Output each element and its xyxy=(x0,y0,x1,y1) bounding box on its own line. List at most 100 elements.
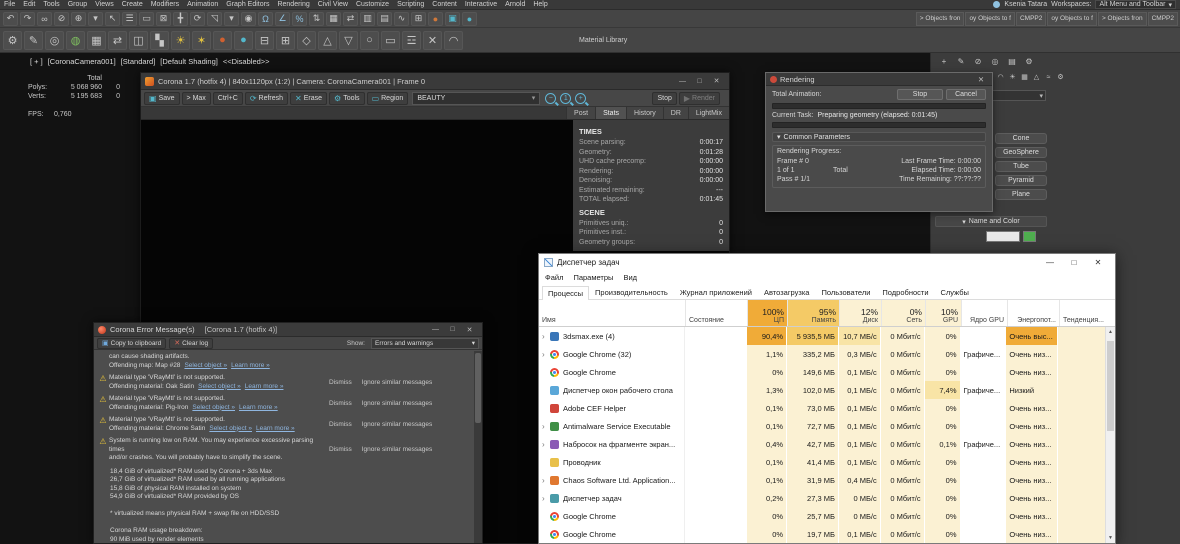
select-object-link[interactable]: Select object » xyxy=(209,425,252,432)
create-tab-icon[interactable]: + xyxy=(938,56,950,67)
menu-edit[interactable]: Edit xyxy=(19,0,39,10)
edit-poly-icon[interactable]: ✎ xyxy=(24,31,43,50)
helpers-category-icon[interactable]: △ xyxy=(1032,72,1041,82)
menu-group[interactable]: Group xyxy=(64,0,91,10)
pattern-icon[interactable]: ▚ xyxy=(150,31,169,50)
layer-manager-icon[interactable]: ▤ xyxy=(377,12,392,26)
viewport-label-part[interactable]: [ + ] xyxy=(30,57,43,66)
dismiss-button[interactable]: Dismiss xyxy=(329,379,352,386)
circle-icon[interactable]: ○ xyxy=(360,31,379,50)
swap-icon[interactable]: ⇄ xyxy=(108,31,127,50)
user-name[interactable]: Ksenia Tatara xyxy=(1004,1,1047,8)
rendered-frame-icon[interactable]: ▣ xyxy=(445,12,460,26)
primitive-category-dropdown[interactable]: ▾ xyxy=(986,90,1046,101)
align-icon[interactable]: ▥ xyxy=(360,12,375,26)
curve-editor-icon[interactable]: ∿ xyxy=(394,12,409,26)
selection-filter-dropdown-icon[interactable]: ▾ xyxy=(88,12,103,26)
column-header-cpu[interactable]: 100%ЦП xyxy=(747,300,787,326)
create-geosphere-button[interactable]: GeoSphere xyxy=(995,147,1047,158)
scroll-up-icon[interactable]: ▲ xyxy=(1106,327,1115,337)
error-window-title-bar[interactable]: Corona Error Message(s) [Corona 1.7 (hot… xyxy=(94,323,482,337)
custom-toolbar-button[interactable]: oy Objects to f xyxy=(965,12,1015,26)
maximize-icon[interactable]: □ xyxy=(1062,255,1086,270)
arc-icon[interactable]: ◠ xyxy=(444,31,463,50)
process-row[interactable]: Adobe CEF Helper0,1%73,0 МБ0,1 МБ/с0 Мби… xyxy=(539,399,1105,417)
move-icon[interactable]: ╋ xyxy=(173,12,188,26)
triangle-down-icon[interactable]: ▽ xyxy=(339,31,358,50)
zoom-in-icon[interactable]: + xyxy=(575,93,586,104)
create-plane-button[interactable]: Plane xyxy=(995,189,1047,200)
task-manager-title-bar[interactable]: Диспетчер задач — □ ✕ xyxy=(539,254,1115,271)
tab-processes[interactable]: Процессы xyxy=(542,286,589,300)
filter-dropdown[interactable]: Errors and warnings ▾ xyxy=(371,338,479,349)
snap-toggle-icon[interactable]: Ω xyxy=(258,12,273,26)
vfb-tab-history[interactable]: History xyxy=(626,107,663,119)
scale-icon[interactable]: ◹ xyxy=(207,12,222,26)
menu-create[interactable]: Create xyxy=(118,0,147,10)
minimize-icon[interactable]: — xyxy=(1038,255,1062,270)
column-header-gpu[interactable]: 10%GPU xyxy=(925,300,961,326)
maximize-icon[interactable]: □ xyxy=(444,323,461,336)
custom-toolbar-button[interactable]: CMPP2 xyxy=(1148,12,1178,26)
mirror-icon[interactable]: ⇄ xyxy=(343,12,358,26)
zoom-out-icon[interactable]: − xyxy=(545,93,556,104)
channel-dropdown[interactable]: BEAUTY ▾ xyxy=(412,92,540,105)
select-object-icon[interactable]: ↖ xyxy=(105,12,120,26)
expand-icon[interactable]: ⊞ xyxy=(276,31,295,50)
material-editor-icon[interactable]: ◍ xyxy=(66,31,85,50)
custom-toolbar-button[interactable]: CMPP2 xyxy=(1016,12,1046,26)
settings-icon[interactable]: ⚙ xyxy=(3,31,22,50)
ignore-similar-button[interactable]: Ignore similar messages xyxy=(362,379,432,386)
learn-more-link[interactable]: Learn more » xyxy=(256,425,295,432)
learn-more-link[interactable]: Learn more » xyxy=(239,404,278,411)
percent-snap-icon[interactable]: % xyxy=(292,12,307,26)
spinner-snap-icon[interactable]: ⇅ xyxy=(309,12,324,26)
max-button[interactable]: > Max xyxy=(182,92,211,105)
tab-performance[interactable]: Производительность xyxy=(589,285,674,299)
named-selection-icon[interactable]: ▦ xyxy=(326,12,341,26)
refresh-button[interactable]: ⟳ Refresh xyxy=(245,92,288,105)
systems-category-icon[interactable]: ⚙ xyxy=(1056,72,1065,82)
vfb-tab-post[interactable]: Post xyxy=(566,107,595,119)
display-tab-icon[interactable]: ▤ xyxy=(1006,56,1018,67)
close-icon[interactable]: ✕ xyxy=(974,75,988,84)
dismiss-button[interactable]: Dismiss xyxy=(329,446,352,453)
column-header-status[interactable]: Состояние xyxy=(685,300,747,326)
select-link-icon[interactable]: ∞ xyxy=(37,12,52,26)
delete-icon[interactable]: ✕ xyxy=(423,31,442,50)
shapes-category-icon[interactable]: ◠ xyxy=(996,72,1005,82)
menu-file[interactable]: File xyxy=(0,0,19,10)
process-row[interactable]: ›Antimalware Service Executable0,1%72,7 … xyxy=(539,417,1105,435)
column-header-network[interactable]: 0%Сеть xyxy=(881,300,925,326)
scrollbar[interactable] xyxy=(474,351,482,543)
expand-icon[interactable]: › xyxy=(542,422,550,431)
process-row[interactable]: Google Chrome0%25,7 МБ0 МБ/с0 Мбит/с0%Оч… xyxy=(539,507,1105,525)
menu-arnold[interactable]: Arnold xyxy=(501,0,529,10)
process-row[interactable]: ›3dsmax.exe (4)90,4%5 935,5 МБ10,7 МБ/с0… xyxy=(539,327,1105,345)
maximize-icon[interactable]: □ xyxy=(691,75,708,88)
learn-more-link[interactable]: Learn more » xyxy=(231,362,270,369)
minimize-icon[interactable]: — xyxy=(674,75,691,88)
schematic-view-icon[interactable]: ⊞ xyxy=(411,12,426,26)
expand-icon[interactable]: › xyxy=(542,332,550,341)
diamond-icon[interactable]: ◇ xyxy=(297,31,316,50)
select-object-link[interactable]: Select object » xyxy=(198,383,241,390)
column-header-name[interactable]: Имя xyxy=(539,300,685,326)
column-header-disk[interactable]: 12%Диск xyxy=(839,300,881,326)
viewport-label-part[interactable]: <<Disabled>> xyxy=(223,57,270,66)
viewport-label-part[interactable]: [Default Shading] xyxy=(160,57,218,66)
create-tube-button[interactable]: Tube xyxy=(995,161,1047,172)
save-button[interactable]: ▣ Save xyxy=(144,92,180,105)
tab-startup[interactable]: Автозагрузка xyxy=(758,285,816,299)
modify-tab-icon[interactable]: ✎ xyxy=(955,56,967,67)
dismiss-button[interactable]: Dismiss xyxy=(329,421,352,428)
menu-rendering[interactable]: Rendering xyxy=(273,0,313,10)
column-header-memory[interactable]: 95%Память xyxy=(787,300,839,326)
vfb-tab-lightmix[interactable]: LightMix xyxy=(688,107,729,119)
menu-scripting[interactable]: Scripting xyxy=(393,0,428,10)
menu-interactive[interactable]: Interactive xyxy=(461,0,501,10)
menu-tools[interactable]: Tools xyxy=(39,0,63,10)
redo-icon[interactable]: ↷ xyxy=(20,12,35,26)
menu-graph-editors[interactable]: Graph Editors xyxy=(222,0,273,10)
vfb-tab-stats[interactable]: Stats xyxy=(595,107,626,119)
